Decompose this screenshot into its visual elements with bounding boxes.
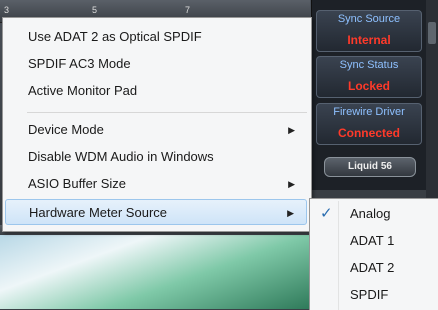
desktop-wallpaper xyxy=(0,235,310,309)
channel-number: 3 xyxy=(4,5,10,15)
menu-item-use-adat2-optical-spdif[interactable]: Use ADAT 2 as Optical SPDIF xyxy=(5,24,307,50)
submenu-item-label: SPDIF xyxy=(350,287,389,302)
status-panel: Sync Source Internal Sync Status Locked … xyxy=(311,0,426,190)
submenu-item-spdif[interactable]: SPDIF xyxy=(312,282,436,308)
scrollbar-thumb[interactable] xyxy=(428,22,436,44)
menu-item-disable-wdm-audio[interactable]: Disable WDM Audio in Windows xyxy=(5,144,307,170)
hardware-meter-source-submenu: ✓ Analog ADAT 1 ADAT 2 SPDIF xyxy=(309,198,438,310)
menu-separator xyxy=(27,112,307,113)
menu-item-label: Active Monitor Pad xyxy=(28,83,138,98)
menu-item-hardware-meter-source[interactable]: Hardware Meter Source ▶ xyxy=(5,199,307,225)
menu-item-asio-buffer-size[interactable]: ASIO Buffer Size ▶ xyxy=(5,171,307,197)
sync-status-label: Sync Status xyxy=(339,59,399,71)
menu-item-label: Use ADAT 2 as Optical SPDIF xyxy=(28,29,202,44)
device-name-button[interactable]: Liquid 56 xyxy=(324,157,416,177)
chevron-right-icon: ▶ xyxy=(288,125,295,135)
chevron-right-icon: ▶ xyxy=(287,208,294,218)
menu-item-active-monitor-pad[interactable]: Active Monitor Pad xyxy=(5,78,307,104)
submenu-item-analog[interactable]: ✓ Analog xyxy=(312,201,436,227)
context-menu: Use ADAT 2 as Optical SPDIF SPDIF AC3 Mo… xyxy=(2,17,312,232)
menu-item-label: Hardware Meter Source xyxy=(29,205,167,220)
menu-item-label: ASIO Buffer Size xyxy=(28,176,127,191)
menu-item-device-mode[interactable]: Device Mode ▶ xyxy=(5,117,307,143)
sync-status-value: Locked xyxy=(347,79,390,93)
sync-source-block: Sync Source Internal xyxy=(316,10,422,52)
checkmark-icon: ✓ xyxy=(320,205,333,222)
channel-number: 7 xyxy=(185,5,191,15)
submenu-item-label: ADAT 1 xyxy=(350,233,395,248)
sync-source-value: Internal xyxy=(347,33,391,47)
submenu-item-adat1[interactable]: ADAT 1 xyxy=(312,228,436,254)
firewire-label: Firewire Driver xyxy=(333,106,405,118)
firewire-block: Firewire Driver Connected xyxy=(316,103,422,145)
submenu-item-adat2[interactable]: ADAT 2 xyxy=(312,255,436,281)
sync-status-block: Sync Status Locked xyxy=(316,56,422,98)
sync-source-label: Sync Source xyxy=(337,13,401,25)
menu-item-label: Device Mode xyxy=(28,122,104,137)
chevron-right-icon: ▶ xyxy=(288,179,295,189)
menu-item-spdif-ac3-mode[interactable]: SPDIF AC3 Mode xyxy=(5,51,307,77)
submenu-item-label: ADAT 2 xyxy=(350,260,395,275)
menu-item-label: SPDIF AC3 Mode xyxy=(28,56,131,71)
firewire-value: Connected xyxy=(337,126,400,140)
submenu-item-label: Analog xyxy=(350,206,391,221)
channel-number: 5 xyxy=(92,5,98,15)
menu-item-label: Disable WDM Audio in Windows xyxy=(28,149,214,164)
